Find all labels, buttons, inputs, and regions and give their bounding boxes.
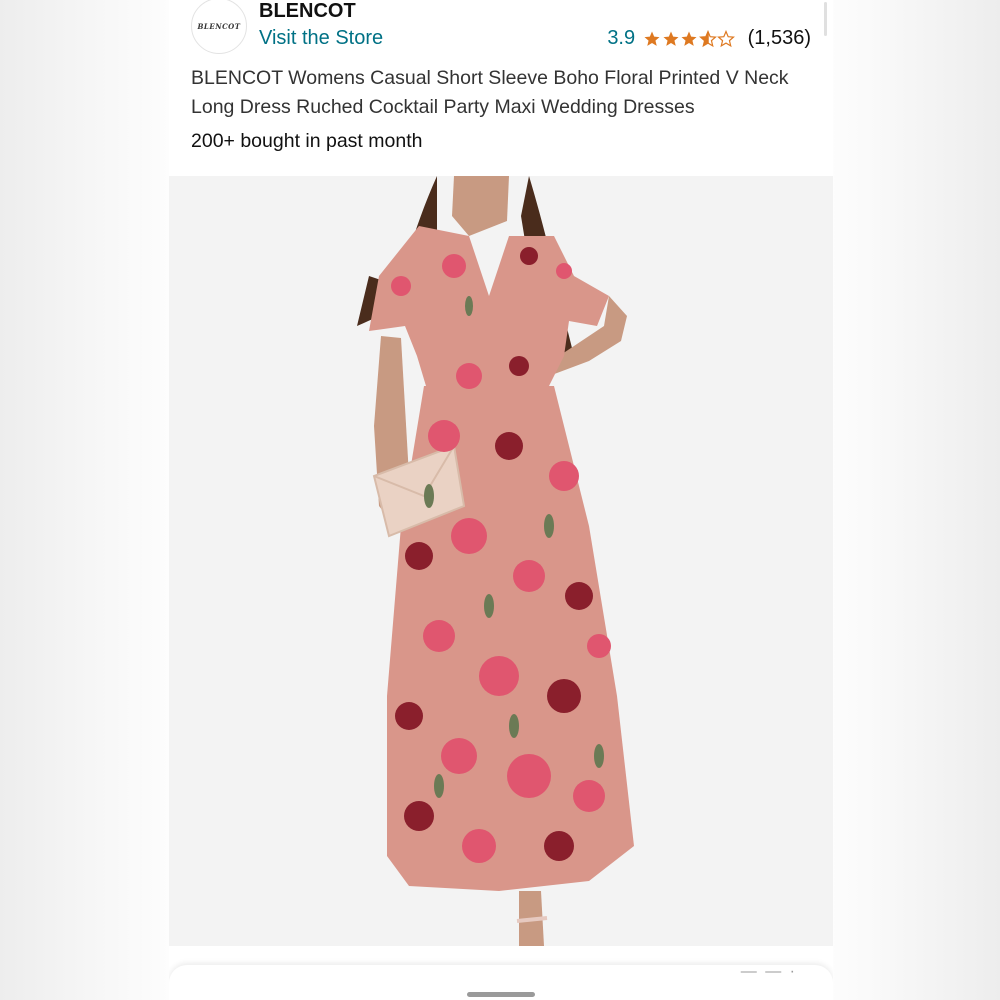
star-full-icon [644, 31, 660, 46]
home-indicator[interactable] [467, 992, 535, 997]
store-logo[interactable]: BLENCOT [191, 0, 247, 54]
product-title: BLENCOT Womens Casual Short Sleeve Boho … [191, 67, 789, 118]
bottom-sheet-peek-text: — — · [740, 963, 797, 980]
star-full-icon [663, 31, 679, 46]
scrollbar[interactable] [824, 2, 827, 36]
bottom-sheet[interactable]: — — · [169, 963, 833, 1000]
store-logo-text: BLENCOT [197, 21, 241, 31]
star-full-icon [681, 31, 697, 46]
bought-count: 200+ bought in past month [191, 130, 423, 152]
star-rating [643, 29, 736, 48]
star-empty-icon [717, 29, 736, 47]
rating-value: 3.9 [607, 27, 636, 49]
visit-store-link[interactable]: Visit the Store [259, 27, 383, 50]
star-half-icon [698, 29, 717, 47]
product-photo-illustration [357, 176, 634, 946]
brand-name[interactable]: BLENCOT [259, 0, 356, 23]
rating-summary[interactable]: 3.9 (1,536) [607, 27, 811, 50]
neck [452, 176, 509, 236]
product-image[interactable] [169, 176, 833, 946]
product-page: BLENCOT BLENCOT Visit the Store 3.9 (1,5… [169, 0, 833, 1000]
dress-bodice [369, 226, 609, 396]
review-count: (1,536) [747, 27, 811, 49]
